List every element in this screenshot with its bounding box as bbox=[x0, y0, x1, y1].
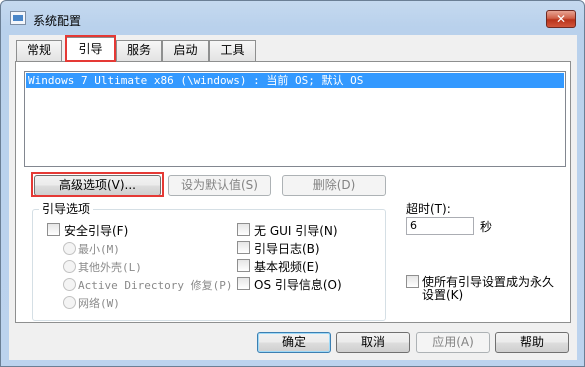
boot-log-label[interactable]: 引导日志(B) bbox=[254, 240, 320, 257]
system-config-window: 系统配置 ✕ 常规 引导 服务 启动 工具 Windows 7 Ultimate… bbox=[0, 0, 585, 367]
boot-log-checkbox[interactable] bbox=[237, 241, 250, 254]
minimal-radio[interactable] bbox=[63, 242, 76, 255]
delete-button[interactable]: 删除(D) bbox=[282, 175, 386, 196]
base-video-label[interactable]: 基本视频(E) bbox=[254, 258, 319, 275]
os-list-item[interactable]: Windows 7 Ultimate x86 (\windows) : 当前 O… bbox=[26, 73, 564, 88]
help-button[interactable]: 帮助 bbox=[495, 332, 569, 353]
advanced-options-highlight bbox=[31, 172, 164, 197]
dialog-client: 常规 引导 服务 启动 工具 Windows 7 Ultimate x86 (\… bbox=[9, 35, 577, 360]
network-radio[interactable] bbox=[63, 296, 76, 309]
window-title: 系统配置 bbox=[33, 14, 82, 28]
boot-options-title: 引导选项 bbox=[39, 200, 94, 217]
make-permanent-checkbox[interactable] bbox=[406, 275, 419, 288]
base-video-checkbox[interactable] bbox=[237, 259, 250, 272]
set-default-button[interactable]: 设为默认值(S) bbox=[168, 175, 271, 196]
alternate-shell-label[interactable]: 其他外壳(L) bbox=[78, 259, 142, 275]
safe-boot-label[interactable]: 安全引导(F) bbox=[64, 222, 128, 239]
timeout-input[interactable]: 6 bbox=[406, 217, 474, 235]
os-boot-info-checkbox[interactable] bbox=[237, 277, 250, 290]
minimal-label[interactable]: 最小(M) bbox=[78, 241, 120, 257]
os-boot-info-label[interactable]: OS 引导信息(O) bbox=[254, 276, 342, 293]
system-config-icon bbox=[10, 11, 26, 25]
safe-boot-checkbox[interactable] bbox=[47, 223, 60, 236]
timeout-unit: 秒 bbox=[480, 220, 493, 234]
alternate-shell-radio[interactable] bbox=[63, 260, 76, 273]
ok-button[interactable]: 确定 bbox=[257, 332, 331, 353]
apply-button[interactable]: 应用(A) bbox=[416, 332, 490, 353]
os-list[interactable]: Windows 7 Ultimate x86 (\windows) : 当前 O… bbox=[24, 71, 566, 167]
active-directory-radio[interactable] bbox=[63, 278, 76, 291]
no-gui-boot-checkbox[interactable] bbox=[237, 223, 250, 236]
cancel-button[interactable]: 取消 bbox=[336, 332, 410, 353]
no-gui-boot-label[interactable]: 无 GUI 引导(N) bbox=[254, 222, 338, 239]
network-label[interactable]: 网络(W) bbox=[78, 295, 120, 311]
close-button[interactable]: ✕ bbox=[546, 10, 576, 28]
title-bar[interactable]: 系统配置 ✕ bbox=[1, 1, 584, 35]
make-permanent-label-line2[interactable]: 设置(K) bbox=[422, 286, 463, 303]
timeout-label: 超时(T): bbox=[406, 202, 451, 216]
active-directory-label[interactable]: Active Directory 修复(P) bbox=[78, 277, 232, 293]
